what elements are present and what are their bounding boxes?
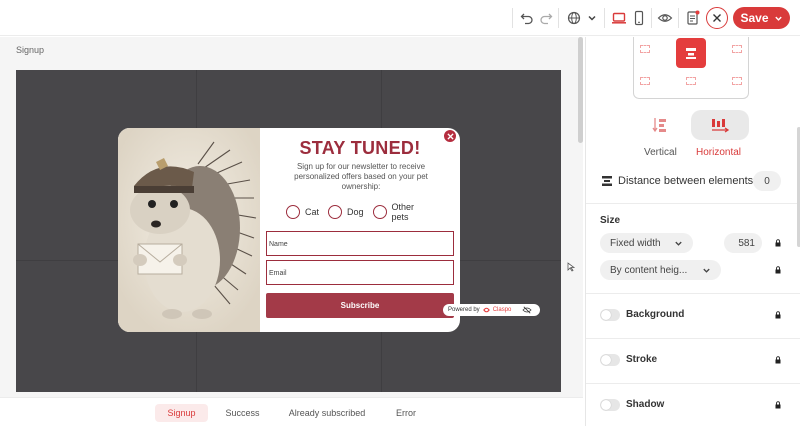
eye-icon[interactable] xyxy=(655,8,675,28)
tab-success[interactable]: Success xyxy=(220,404,265,422)
size-title: Size xyxy=(600,215,621,226)
radio-cat[interactable] xyxy=(286,205,300,219)
lock-icon[interactable] xyxy=(775,401,781,409)
chevron-down-icon xyxy=(703,268,710,273)
lock-icon[interactable] xyxy=(775,356,781,364)
mobile-icon[interactable] xyxy=(629,8,649,28)
width-mode-select[interactable]: Fixed width xyxy=(600,233,693,253)
chevron-down-icon xyxy=(774,16,782,21)
horizontal-orientation-button[interactable] xyxy=(691,110,749,140)
width-mode-label: Fixed width xyxy=(610,237,661,249)
toolbar-separator xyxy=(604,8,605,28)
radio-other-pets[interactable] xyxy=(372,205,387,219)
save-button-label: Save xyxy=(740,11,769,25)
shadow-title: Shadow xyxy=(626,399,665,410)
distance-icon xyxy=(602,176,612,186)
distance-label: Distance between elements xyxy=(618,175,754,187)
properties-panel: Vertical Horizontal Distance between ele… xyxy=(585,37,800,426)
popup-close-icon[interactable] xyxy=(443,129,457,143)
section-divider xyxy=(586,383,800,384)
background-title: Background xyxy=(626,309,685,320)
tab-signup[interactable]: Signup xyxy=(155,404,208,422)
popup-title: STAY TUNED! xyxy=(299,138,421,158)
alignment-slot[interactable] xyxy=(732,77,742,85)
alignment-preview[interactable] xyxy=(633,37,749,99)
height-mode-label: By content heig... xyxy=(610,264,688,276)
signup-popup[interactable]: STAY TUNED! Sign up for our newsletter t… xyxy=(118,128,460,332)
email-field[interactable]: Email xyxy=(266,260,454,285)
eye-off-icon xyxy=(522,306,532,314)
document-alert-icon[interactable] xyxy=(683,8,703,28)
powered-by-badge[interactable]: Powered by Claspo xyxy=(443,304,540,316)
chevron-down-icon[interactable] xyxy=(582,8,602,28)
lock-icon[interactable] xyxy=(775,239,781,247)
distance-input[interactable]: 0 xyxy=(753,171,781,191)
mouse-cursor-icon xyxy=(567,262,575,272)
background-toggle[interactable] xyxy=(600,309,620,321)
toolbar-separator xyxy=(651,8,652,28)
powered-by-label: Powered by xyxy=(448,307,480,313)
width-input[interactable]: 581 xyxy=(724,233,762,253)
canvas-scrollbar[interactable] xyxy=(578,37,583,143)
section-divider xyxy=(586,203,800,204)
undo-icon[interactable] xyxy=(517,8,537,28)
section-divider xyxy=(586,338,800,339)
preview-stage[interactable]: STAY TUNED! Sign up for our newsletter t… xyxy=(16,70,561,392)
toolbar-separator xyxy=(512,8,513,28)
popup-subtitle: Sign up for our newsletter to receive pe… xyxy=(294,162,428,191)
vertical-label: Vertical xyxy=(644,147,677,158)
alignment-slot[interactable] xyxy=(640,45,650,53)
close-icon[interactable] xyxy=(706,7,728,29)
vertical-layout-icon xyxy=(652,118,666,133)
brand-name: Claspo xyxy=(492,307,512,313)
save-button[interactable]: Save xyxy=(733,7,790,29)
tab-error[interactable]: Error xyxy=(390,404,422,422)
pet-options: Cat Dog Other pets xyxy=(286,202,435,222)
vertical-orientation-button[interactable] xyxy=(632,110,690,140)
section-divider xyxy=(586,293,800,294)
radio-dog[interactable] xyxy=(328,205,343,219)
horizontal-label: Horizontal xyxy=(696,147,742,158)
redo-icon[interactable] xyxy=(536,8,556,28)
radio-label: Dog xyxy=(347,207,364,217)
lock-icon[interactable] xyxy=(775,266,781,274)
desktop-icon[interactable] xyxy=(609,8,629,28)
state-tabs: Signup Success Already subscribed Error xyxy=(0,397,583,426)
top-toolbar: Save xyxy=(0,0,800,36)
subscribe-button[interactable]: Subscribe xyxy=(266,293,454,318)
alignment-slot[interactable] xyxy=(686,77,696,85)
shadow-toggle[interactable] xyxy=(600,399,620,411)
breadcrumb: Signup xyxy=(16,45,45,55)
horizontal-layout-icon xyxy=(712,119,730,133)
hedgehog-image xyxy=(118,128,260,332)
lock-icon[interactable] xyxy=(775,311,781,319)
height-mode-select[interactable]: By content heig... xyxy=(600,260,721,280)
editor-canvas: Signup STAY TUNED! Sign up for our newsl… xyxy=(0,37,583,397)
tab-already-subscribed[interactable]: Already subscribed xyxy=(282,404,372,422)
toolbar-separator xyxy=(558,8,559,28)
chevron-down-icon xyxy=(675,241,682,246)
align-center-icon[interactable] xyxy=(676,38,706,68)
toolbar-separator xyxy=(678,8,679,28)
claspo-logo-icon xyxy=(482,307,490,313)
stroke-title: Stroke xyxy=(626,354,658,365)
radio-label: Other pets xyxy=(391,202,415,222)
name-field[interactable]: Name xyxy=(266,231,454,256)
radio-label: Cat xyxy=(305,207,320,217)
alignment-slot[interactable] xyxy=(640,77,650,85)
alignment-slot[interactable] xyxy=(732,45,742,53)
stroke-toggle[interactable] xyxy=(600,354,620,366)
globe-icon[interactable] xyxy=(564,8,584,28)
